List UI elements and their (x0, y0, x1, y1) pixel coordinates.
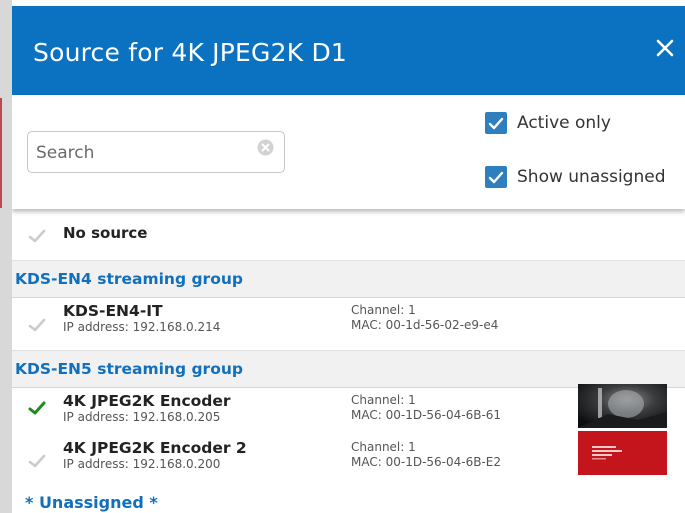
group-name: KDS-EN5 streaming group (15, 360, 243, 378)
device-preview-thumbnail (578, 384, 667, 428)
unselected-check-icon (28, 229, 46, 243)
show-unassigned-checkbox[interactable] (485, 166, 507, 188)
device-channel: Channel: 1 (351, 440, 416, 454)
no-source-label: No source (63, 224, 148, 242)
source-selection-dialog: Source for 4K JPEG2K D1 Search Active on… (12, 6, 685, 513)
device-ip: IP address: 192.168.0.205 (63, 410, 221, 424)
device-name: 4K JPEG2K Encoder (63, 392, 231, 410)
device-ip: IP address: 192.168.0.214 (63, 320, 221, 334)
clear-search-button[interactable] (257, 139, 274, 156)
search-box (27, 131, 285, 173)
checkmark-icon (488, 171, 504, 183)
filter-panel: Active only Show unassigned (12, 95, 685, 209)
device-mac: MAC: 00-1D-56-04-6B-E2 (351, 455, 502, 469)
selected-check-icon (28, 401, 46, 415)
background-page-accent (0, 98, 2, 208)
checkmark-icon (488, 117, 504, 129)
no-source-option[interactable]: No source (12, 214, 685, 254)
device-row-kds-en4-it[interactable]: KDS-EN4-IT IP address: 192.168.0.214 Cha… (12, 300, 685, 344)
group-header-kds-en4: KDS-EN4 streaming group (12, 260, 685, 298)
clear-search-icon (257, 139, 274, 156)
group-header-kds-en5: KDS-EN5 streaming group (12, 350, 685, 388)
dialog-header: Source for 4K JPEG2K D1 (12, 6, 685, 95)
active-only-label: Active only (517, 113, 611, 133)
device-mac: MAC: 00-1D-56-04-6B-61 (351, 408, 502, 422)
dialog-title: Source for 4K JPEG2K D1 (33, 38, 347, 67)
active-only-checkbox[interactable] (485, 112, 507, 134)
close-button[interactable] (651, 34, 679, 62)
search-input[interactable] (36, 140, 241, 166)
device-channel: Channel: 1 (351, 303, 416, 317)
device-name: KDS-EN4-IT (63, 302, 163, 320)
background-page-edge (0, 0, 12, 513)
device-preview-thumbnail (578, 431, 667, 475)
group-name: KDS-EN4 streaming group (15, 270, 243, 288)
device-ip: IP address: 192.168.0.200 (63, 457, 221, 471)
device-mac: MAC: 00-1d-56-02-e9-e4 (351, 318, 499, 332)
show-unassigned-label: Show unassigned (517, 167, 666, 187)
close-icon (656, 39, 674, 57)
show-unassigned-toggle[interactable]: Show unassigned (485, 166, 666, 188)
unselected-check-icon (28, 318, 46, 332)
device-channel: Channel: 1 (351, 393, 416, 407)
unassigned-group-header: * Unassigned * (25, 493, 158, 512)
device-name: 4K JPEG2K Encoder 2 (63, 439, 247, 457)
unselected-check-icon (28, 454, 46, 468)
active-only-toggle[interactable]: Active only (485, 112, 611, 134)
